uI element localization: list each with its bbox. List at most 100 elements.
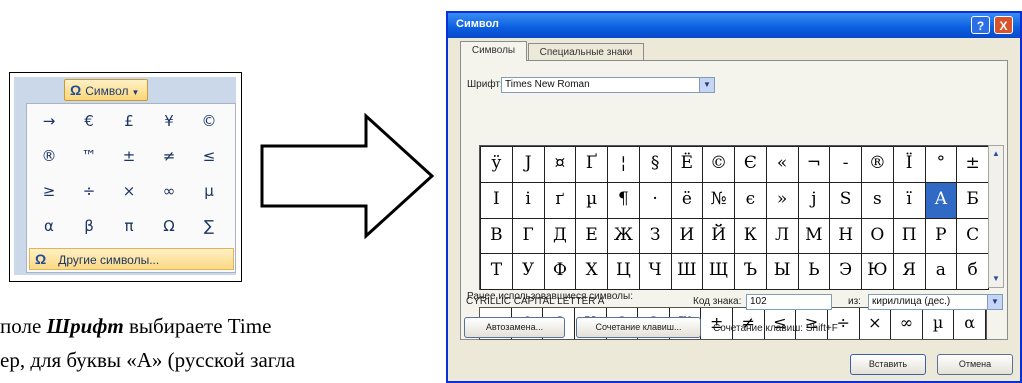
symbol-ribbon-button[interactable]: Ω Символ ▼: [64, 79, 148, 101]
symbol-cell[interactable]: Д: [543, 217, 577, 255]
symbol-cell[interactable]: є: [734, 181, 767, 219]
gallery-symbol[interactable]: µ: [190, 176, 228, 206]
symbol-cell[interactable]: Й: [702, 217, 735, 255]
recent-symbol-cell[interactable]: ×: [860, 308, 892, 339]
symbol-cell[interactable]: Є: [734, 146, 767, 183]
symbol-cell[interactable]: Ф: [543, 253, 577, 290]
gallery-symbol[interactable]: ≥: [30, 176, 68, 206]
symbol-cell[interactable]: Ь: [797, 253, 831, 290]
symbol-cell[interactable]: °: [924, 146, 958, 183]
symbol-cell[interactable]: Ч: [638, 253, 672, 290]
symbol-cell[interactable]: Ї: [892, 146, 926, 183]
symbol-cell[interactable]: У: [511, 253, 545, 290]
gallery-symbol[interactable]: ©: [190, 106, 228, 136]
symbol-cell[interactable]: Ґ: [575, 146, 608, 183]
symbol-cell[interactable]: І: [480, 181, 513, 219]
symbol-cell[interactable]: ї: [892, 181, 926, 219]
gallery-symbol[interactable]: ÷: [70, 176, 108, 206]
symbol-cell[interactable]: Ј: [511, 146, 545, 183]
symbol-cell[interactable]: ¬: [797, 146, 831, 183]
code-from-select[interactable]: кириллица (дес.) ▼: [868, 294, 1003, 310]
insert-button[interactable]: Вставить: [850, 354, 926, 375]
symbol-grid-scrollbar[interactable]: ▲ ▼: [988, 145, 1004, 288]
gallery-symbol[interactable]: Ω: [150, 211, 188, 241]
scroll-up-icon[interactable]: ▲: [990, 148, 1002, 160]
symbol-cell[interactable]: Ъ: [734, 253, 767, 290]
symbol-cell[interactable]: і: [511, 181, 545, 219]
gallery-symbol[interactable]: ™: [70, 141, 108, 171]
recent-symbol-cell[interactable]: ∞: [891, 308, 923, 339]
symbol-cell[interactable]: ÿ: [480, 146, 513, 183]
symbol-cell[interactable]: а: [924, 253, 958, 290]
symbol-cell[interactable]: б: [956, 253, 989, 290]
gallery-symbol[interactable]: £: [110, 106, 148, 136]
symbol-cell[interactable]: Н: [829, 217, 862, 255]
symbol-cell[interactable]: К: [734, 217, 767, 255]
symbol-cell[interactable]: Ш: [670, 253, 704, 290]
symbol-cell[interactable]: Ѕ: [829, 181, 862, 219]
gallery-symbol[interactable]: →: [30, 106, 68, 136]
symbol-cell[interactable]: В: [480, 217, 513, 255]
symbol-cell[interactable]: М: [797, 217, 831, 255]
symbol-cell[interactable]: О: [861, 217, 894, 255]
gallery-symbol[interactable]: α: [30, 211, 68, 241]
symbol-cell[interactable]: ј: [797, 181, 831, 219]
symbol-cell[interactable]: ¶: [607, 181, 640, 219]
gallery-symbol[interactable]: ≠: [150, 141, 188, 171]
symbol-cell[interactable]: µ: [575, 181, 608, 219]
autocorrect-button[interactable]: Автозамена...: [464, 317, 565, 338]
symbol-cell[interactable]: А: [924, 181, 958, 219]
symbol-cell[interactable]: Ж: [607, 217, 640, 255]
symbol-cell[interactable]: Л: [765, 217, 799, 255]
gallery-symbol[interactable]: ≤: [190, 141, 228, 171]
symbol-cell[interactable]: ©: [702, 146, 735, 183]
tab-special-characters[interactable]: Специальные знаки: [528, 43, 644, 61]
symbol-cell[interactable]: Э: [829, 253, 862, 290]
symbol-cell[interactable]: ®: [861, 146, 894, 183]
symbol-cell[interactable]: Щ: [702, 253, 735, 290]
symbol-cell[interactable]: №: [702, 181, 735, 219]
symbol-cell[interactable]: Ц: [607, 253, 640, 290]
gallery-symbol[interactable]: €: [70, 106, 108, 136]
symbol-cell[interactable]: С: [956, 217, 989, 255]
symbol-cell[interactable]: ґ: [543, 181, 577, 219]
symbol-cell[interactable]: Г: [511, 217, 545, 255]
close-button[interactable]: X: [994, 16, 1013, 34]
symbol-cell[interactable]: З: [638, 217, 672, 255]
gallery-symbol[interactable]: ®: [30, 141, 68, 171]
symbol-cell[interactable]: Ю: [861, 253, 894, 290]
cancel-button[interactable]: Отмена: [937, 354, 1013, 375]
symbol-cell[interactable]: «: [765, 146, 799, 183]
shortcut-key-button[interactable]: Сочетание клавиш...: [576, 317, 701, 338]
symbol-cell[interactable]: Я: [892, 253, 926, 290]
symbol-cell[interactable]: Т: [480, 253, 513, 290]
symbol-cell[interactable]: ±: [956, 146, 989, 183]
more-symbols-menu-item[interactable]: Ω Другие символы...: [29, 248, 234, 270]
font-select[interactable]: Times New Roman ▼: [501, 77, 715, 93]
symbol-cell[interactable]: П: [892, 217, 926, 255]
gallery-symbol[interactable]: ×: [110, 176, 148, 206]
gallery-symbol[interactable]: ∑: [190, 211, 228, 241]
symbol-cell[interactable]: ¤: [543, 146, 577, 183]
recent-symbol-cell[interactable]: α: [954, 308, 986, 339]
help-button[interactable]: ?: [971, 16, 990, 34]
symbol-cell[interactable]: И: [670, 217, 704, 255]
tab-symbols[interactable]: Символы: [460, 41, 527, 61]
symbol-cell[interactable]: ё: [670, 181, 704, 219]
character-code-input[interactable]: 102: [746, 294, 832, 310]
scroll-down-icon[interactable]: ▼: [990, 273, 1002, 285]
symbol-cell[interactable]: Ё: [670, 146, 704, 183]
symbol-cell[interactable]: ·: [638, 181, 672, 219]
recent-symbol-cell[interactable]: µ: [923, 308, 955, 339]
symbol-cell[interactable]: »: [765, 181, 799, 219]
gallery-symbol[interactable]: π: [110, 211, 148, 241]
symbol-cell[interactable]: -: [829, 146, 862, 183]
dialog-titlebar[interactable]: Символ ? X: [448, 13, 1020, 38]
symbol-cell[interactable]: Р: [924, 217, 958, 255]
symbol-cell[interactable]: Е: [575, 217, 608, 255]
symbol-cell[interactable]: Х: [575, 253, 608, 290]
symbol-cell[interactable]: §: [638, 146, 672, 183]
gallery-symbol[interactable]: ±: [110, 141, 148, 171]
gallery-symbol[interactable]: ∞: [150, 176, 188, 206]
symbol-cell[interactable]: ¦: [607, 146, 640, 183]
